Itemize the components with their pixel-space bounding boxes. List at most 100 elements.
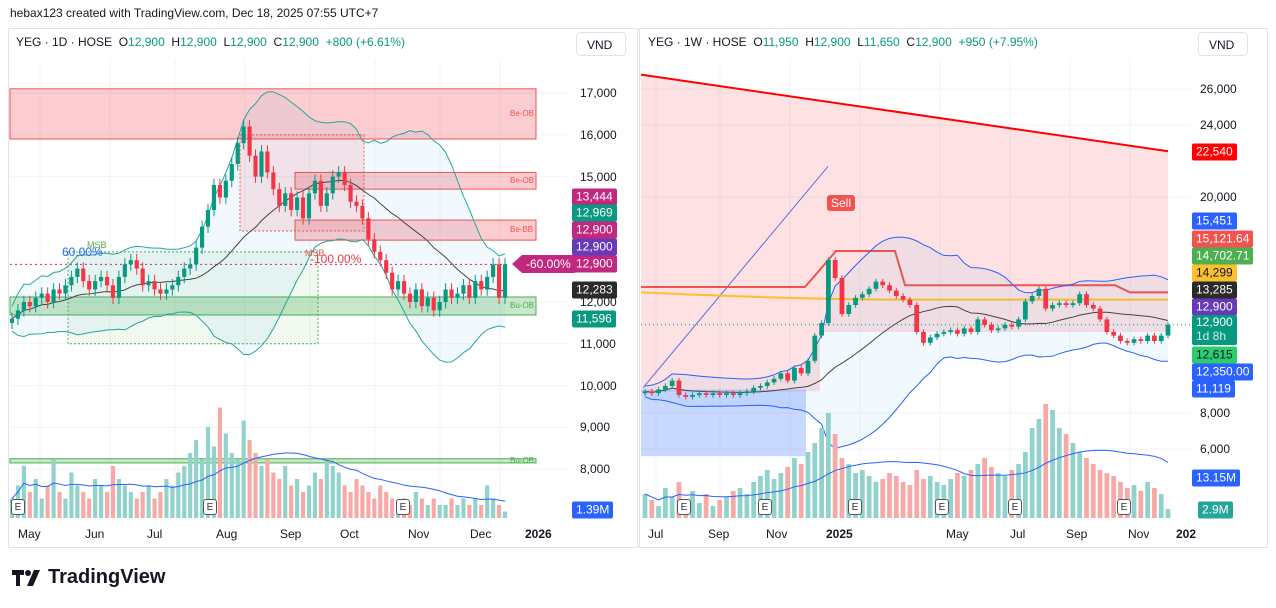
candle-body: [63, 285, 68, 294]
candle-body: [1138, 339, 1144, 341]
open-value: 11,950: [762, 35, 799, 49]
volume-bar: [81, 492, 86, 518]
volume-bar: [461, 498, 466, 518]
volume-bar: [914, 470, 920, 518]
volume-bar: [277, 479, 282, 518]
volume-bar: [730, 491, 736, 518]
volume-bar: [348, 492, 353, 518]
y-axis-tick: 15,000: [580, 169, 617, 184]
candle-body: [140, 268, 145, 286]
candle-body: [853, 297, 858, 305]
candle-body: [1165, 324, 1171, 336]
y-axis-tick: 16,000: [580, 127, 617, 142]
candle-body: [805, 360, 811, 374]
volume-bar: [1029, 428, 1035, 518]
candle-body: [164, 289, 169, 294]
close-label: C: [906, 35, 916, 49]
earnings-marker[interactable]: E: [677, 499, 691, 515]
volume-bar: [1145, 482, 1151, 518]
x-axis-tick: Aug: [216, 527, 238, 541]
y-axis-tick: 9,000: [580, 420, 611, 435]
volume-bar: [57, 492, 62, 518]
volume-bar: [354, 479, 359, 518]
volume-bar: [744, 494, 750, 518]
candle-body: [425, 297, 430, 307]
volume-bar: [737, 488, 743, 518]
volume-bar: [1022, 452, 1028, 518]
volume-bar: [372, 498, 377, 518]
volume-bar: [900, 482, 906, 518]
volume-bar: [140, 492, 145, 518]
candle-body: [921, 332, 926, 343]
candle-body: [1118, 335, 1123, 341]
price-tag: 12,969: [572, 204, 617, 222]
currency-button[interactable]: VND: [1198, 32, 1248, 56]
volume-bar: [366, 492, 371, 518]
candle-body: [330, 176, 335, 194]
volume-bar: [306, 485, 312, 518]
msb-label: MSB: [305, 248, 325, 258]
x-axis-tick: Sep: [708, 527, 730, 541]
volume-bar: [318, 479, 323, 518]
candle-body: [229, 164, 234, 181]
symbol: YEG · 1D · HOSE: [16, 35, 113, 49]
x-axis-tick: Nov: [408, 527, 430, 541]
candle-body: [33, 297, 38, 307]
earnings-marker[interactable]: E: [848, 499, 862, 515]
volume-bar: [887, 473, 892, 518]
y-axis-tick: 11,000: [580, 336, 616, 351]
candle-body: [934, 333, 940, 338]
earnings-marker[interactable]: E: [1008, 499, 1022, 515]
change-value: +800 (+6.61%): [325, 35, 405, 49]
candle-body: [948, 330, 954, 332]
candle-body: [253, 155, 258, 177]
earnings-marker[interactable]: E: [935, 499, 949, 515]
candle-body: [259, 151, 264, 177]
volume-bar: [955, 473, 960, 518]
candle-body: [1002, 324, 1008, 329]
volume-bar: [1063, 434, 1069, 518]
candle-body: [730, 393, 736, 395]
volume-bar: [443, 505, 448, 518]
volume-bar: [259, 466, 264, 518]
volume-bar: [104, 492, 110, 518]
candle-body: [1016, 319, 1021, 327]
earnings-marker[interactable]: E: [203, 499, 217, 515]
earnings-marker[interactable]: E: [1117, 499, 1131, 515]
earnings-marker[interactable]: E: [396, 499, 410, 515]
currency-button[interactable]: VND: [576, 32, 626, 56]
candle-body: [413, 289, 418, 302]
x-axis-tick: Jul: [147, 527, 163, 541]
tradingview-logo[interactable]: TradingView: [12, 566, 165, 589]
volume-bar: [982, 458, 987, 518]
candle-body: [955, 330, 960, 334]
low-label: L: [857, 35, 864, 49]
candle-body: [57, 289, 62, 294]
volume-bar: [99, 485, 104, 518]
candle-body: [396, 281, 401, 290]
volume-bar: [880, 479, 886, 518]
volume-bar: [247, 440, 252, 518]
candle-body: [312, 180, 318, 194]
candle-body: [75, 268, 80, 277]
candle-body: [479, 281, 484, 290]
volume-bar: [300, 492, 306, 518]
candle-body: [696, 393, 702, 395]
volume-bar: [152, 498, 157, 518]
volume-ma-tag: 13.15M: [1192, 469, 1241, 487]
candle-body: [1022, 301, 1028, 320]
candle-body: [649, 391, 655, 394]
earnings-marker[interactable]: E: [11, 499, 25, 515]
y-axis-tick: 26,000: [1200, 82, 1237, 96]
volume-bar: [455, 505, 460, 518]
candle-body: [93, 281, 98, 290]
x-axis-tick: Jun: [85, 527, 105, 541]
volume-bar: [75, 485, 80, 518]
candle-body: [176, 276, 181, 286]
volume-bar: [1043, 404, 1049, 518]
x-axis-tick: May: [946, 527, 969, 541]
earnings-marker[interactable]: E: [758, 499, 772, 515]
volume-bar: [1138, 491, 1144, 518]
volume-bar: [170, 485, 175, 518]
volume-bar: [235, 459, 240, 518]
